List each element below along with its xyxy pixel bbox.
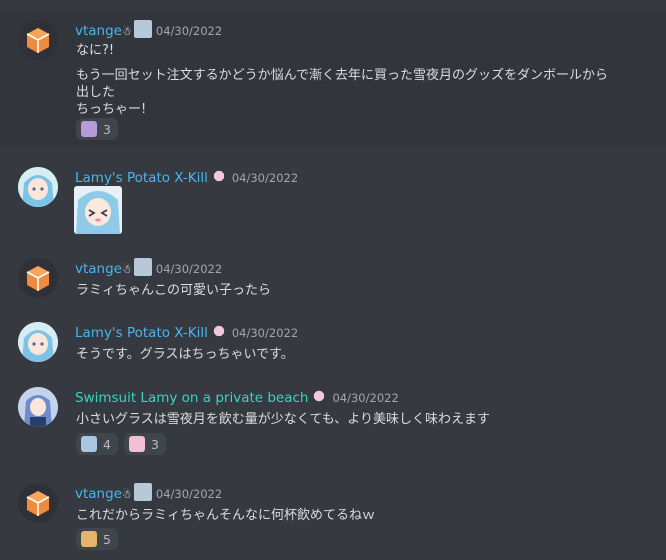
cube-icon bbox=[18, 483, 58, 523]
reaction-count: 3 bbox=[151, 436, 159, 452]
party-emoji-icon bbox=[81, 531, 97, 547]
anime-girl-avatar-icon bbox=[18, 167, 58, 207]
author-name[interactable]: Swimsuit Lamy on a private beach 04/30/20… bbox=[75, 387, 399, 406]
avatar[interactable] bbox=[18, 20, 58, 60]
lamy-emote-image[interactable] bbox=[74, 186, 122, 234]
timestamp: 04/30/2022 bbox=[155, 262, 223, 276]
role-icon bbox=[133, 20, 152, 38]
avatar[interactable] bbox=[18, 258, 58, 298]
reaction-count: 4 bbox=[103, 436, 111, 452]
reaction-chip[interactable]: 5 bbox=[76, 528, 118, 550]
cube-icon bbox=[18, 258, 58, 298]
timestamp: 04/30/2022 bbox=[155, 24, 223, 38]
role-icon bbox=[133, 258, 152, 276]
author-name[interactable]: vtange☃ 04/30/2022 bbox=[75, 258, 222, 277]
snowman-badge-icon: ☃ bbox=[122, 263, 132, 276]
swimsuit-lamy-avatar-icon bbox=[18, 387, 58, 427]
author-name[interactable]: vtange☃ 04/30/2022 bbox=[75, 483, 222, 502]
message-line: そうです。グラスはちっちゃいです。 bbox=[76, 347, 294, 362]
message-line: なに?! bbox=[76, 43, 115, 58]
reaction-chip[interactable]: 3 bbox=[124, 433, 166, 455]
lamy-emote-icon bbox=[76, 191, 120, 234]
author-label[interactable]: Lamy's Potato X-Kill bbox=[75, 325, 208, 341]
author-label[interactable]: Swimsuit Lamy on a private beach bbox=[75, 390, 308, 406]
message-line: 小さいグラスは雪夜月を飲む量が少なくても、より美味しく味わえます bbox=[76, 412, 491, 427]
snowman-badge-icon: ☃ bbox=[122, 488, 132, 501]
reaction-count: 3 bbox=[103, 121, 111, 137]
timestamp: 04/30/2022 bbox=[231, 326, 299, 340]
author-label[interactable]: vtange bbox=[75, 261, 122, 277]
reaction-chip[interactable]: 3 bbox=[76, 118, 118, 140]
message-line: もう一回セット注文するかどうか悩んで漸く去年に買った雪夜月のグッズをダンボールか… bbox=[76, 68, 608, 83]
cube-icon bbox=[18, 20, 58, 60]
anime-girl-avatar-icon bbox=[18, 322, 58, 362]
planet-badge-icon bbox=[209, 322, 228, 340]
author-name[interactable]: Lamy's Potato X-Kill 04/30/2022 bbox=[75, 322, 298, 341]
author-label[interactable]: vtange bbox=[75, 486, 122, 502]
avatar[interactable] bbox=[18, 387, 58, 427]
timestamp: 04/30/2022 bbox=[155, 487, 223, 501]
author-label[interactable]: Lamy's Potato X-Kill bbox=[75, 170, 208, 186]
timestamp: 04/30/2022 bbox=[332, 391, 399, 405]
avatar[interactable] bbox=[18, 483, 58, 523]
role-icon bbox=[133, 483, 152, 501]
sticker-emoji-icon bbox=[81, 121, 97, 137]
timestamp: 04/30/2022 bbox=[231, 171, 299, 185]
author-label[interactable]: vtange bbox=[75, 23, 122, 39]
reaction-chip[interactable]: 4 bbox=[76, 433, 118, 455]
message-line: 出した bbox=[76, 85, 116, 100]
planet-badge-icon bbox=[209, 167, 228, 185]
message-line: ちっちゃー! bbox=[76, 102, 147, 117]
author-name[interactable]: Lamy's Potato X-Kill 04/30/2022 bbox=[75, 167, 298, 186]
lamy-emoji-icon bbox=[81, 436, 97, 452]
reaction-count: 5 bbox=[103, 531, 111, 547]
heart-emoji-icon bbox=[129, 436, 145, 452]
author-name[interactable]: vtange☃ 04/30/2022 bbox=[75, 20, 222, 39]
planet-badge-icon bbox=[310, 387, 329, 405]
avatar[interactable] bbox=[18, 322, 58, 362]
avatar[interactable] bbox=[18, 167, 58, 207]
message-line: ラミィちゃんこの可愛い子ったら bbox=[76, 283, 272, 298]
message-line: これだからラミィちゃんそんなに何杯飲めてるねｗ bbox=[76, 508, 376, 523]
snowman-badge-icon: ☃ bbox=[122, 25, 132, 38]
